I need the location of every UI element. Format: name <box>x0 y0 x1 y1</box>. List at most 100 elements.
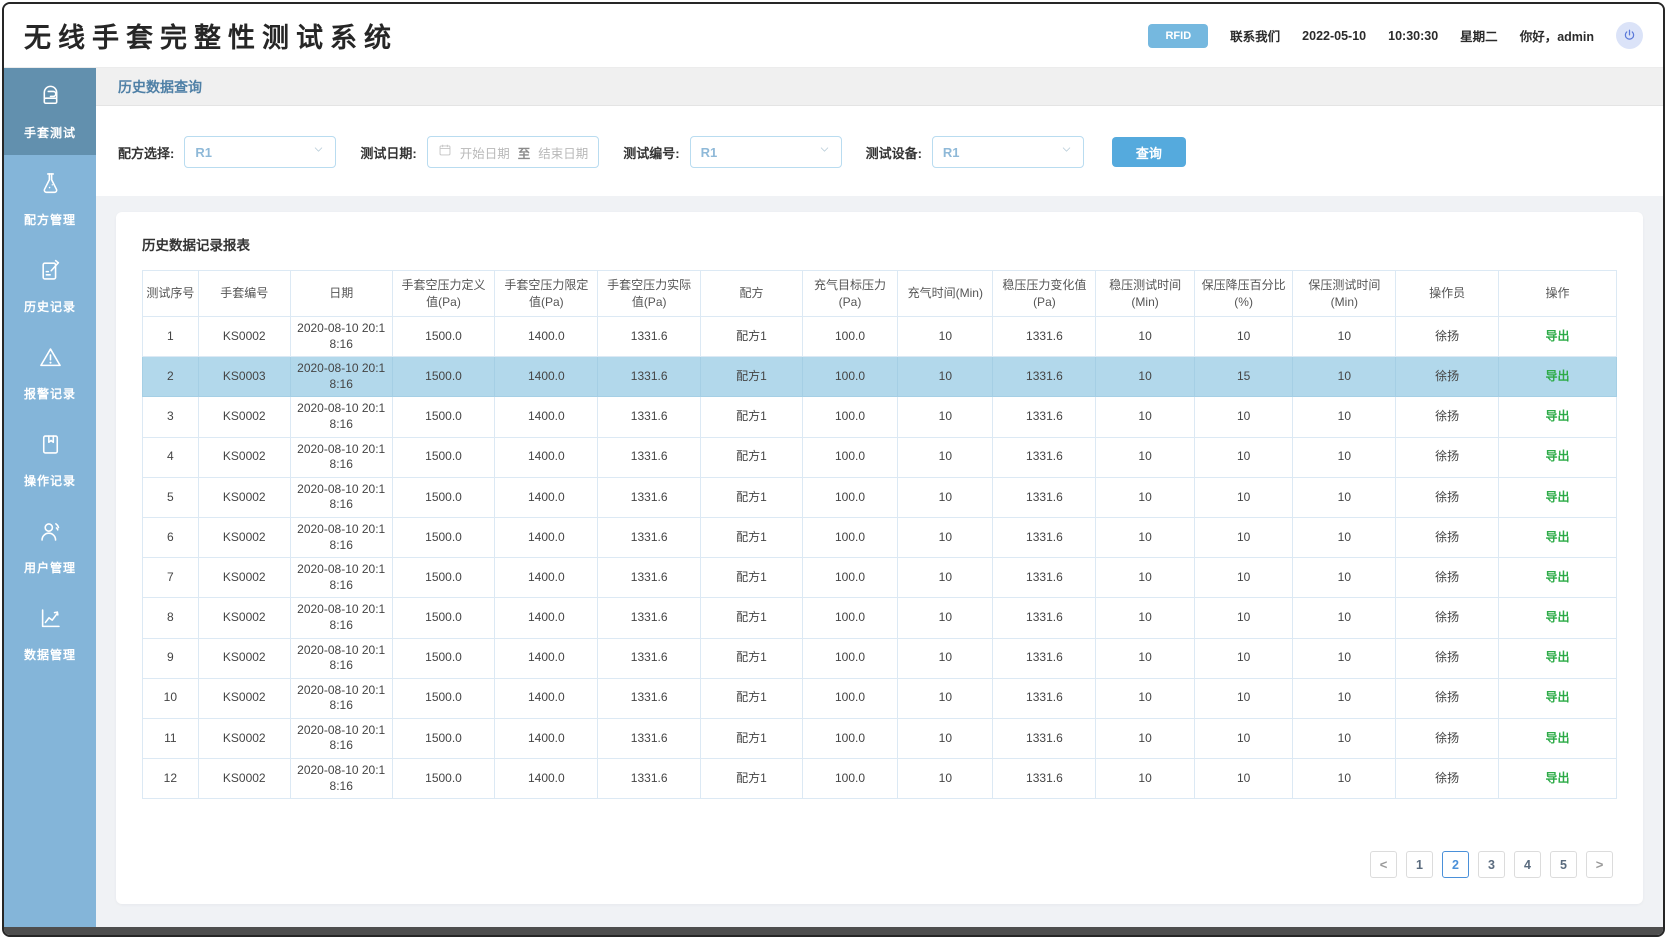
table-row[interactable]: 1KS00022020-08-10 20:18:161500.01400.013… <box>143 317 1617 357</box>
export-link[interactable]: 导出 <box>1546 771 1570 785</box>
date-range-picker[interactable]: 开始日期 至 结束日期 <box>427 136 600 168</box>
table-row[interactable]: 12KS00022020-08-10 20:18:161500.01400.01… <box>143 759 1617 799</box>
sidebar-item-history-records[interactable]: 历史记录 <box>4 242 96 329</box>
sidebar-item-data-management[interactable]: 数据管理 <box>4 590 96 677</box>
table-row[interactable]: 9KS00022020-08-10 20:18:161500.01400.013… <box>143 638 1617 678</box>
table-row[interactable]: 4KS00022020-08-10 20:18:161500.01400.013… <box>143 437 1617 477</box>
table-row[interactable]: 6KS00022020-08-10 20:18:161500.01400.013… <box>143 517 1617 557</box>
table-cell: 徐扬 <box>1396 718 1499 758</box>
table-cell: 1500.0 <box>392 558 495 598</box>
chevron-down-icon <box>312 143 325 161</box>
table-cell: 2020-08-10 20:18:16 <box>290 477 392 517</box>
table-cell: 2020-08-10 20:18:16 <box>290 397 392 437</box>
table-cell: KS0002 <box>198 638 290 678</box>
export-link[interactable]: 导出 <box>1546 731 1570 745</box>
column-header: 充气时间(Min) <box>898 271 993 317</box>
table-cell: 1331.6 <box>598 678 701 718</box>
table-cell: 1331.6 <box>598 638 701 678</box>
table-cell: 2020-08-10 20:18:16 <box>290 517 392 557</box>
table-cell: 导出 <box>1499 558 1617 598</box>
table-cell: 1500.0 <box>392 638 495 678</box>
table-cell: 2020-08-10 20:18:16 <box>290 558 392 598</box>
export-link[interactable]: 导出 <box>1546 490 1570 504</box>
table-row[interactable]: 8KS00022020-08-10 20:18:161500.01400.013… <box>143 598 1617 638</box>
topbar: 无线手套完整性测试系统 RFID 联系我们 2022-05-10 10:30:3… <box>4 4 1663 68</box>
sidebar-item-recipe-management[interactable]: 配方管理 <box>4 155 96 242</box>
export-link[interactable]: 导出 <box>1546 610 1570 624</box>
contact-link[interactable]: 联系我们 <box>1230 26 1280 45</box>
app-window: 无线手套完整性测试系统 RFID 联系我们 2022-05-10 10:30:3… <box>2 2 1665 937</box>
table-cell: 10 <box>1293 638 1396 678</box>
sidebar-item-alarm-records[interactable]: 报警记录 <box>4 329 96 416</box>
recipe-select[interactable]: R1 <box>184 136 336 168</box>
next-page-button[interactable]: > <box>1586 851 1613 878</box>
table-cell: 1331.6 <box>598 357 701 397</box>
table-body: 1KS00022020-08-10 20:18:161500.01400.013… <box>143 317 1617 799</box>
table-row[interactable]: 3KS00022020-08-10 20:18:161500.01400.013… <box>143 397 1617 437</box>
table-cell: 1331.6 <box>993 638 1096 678</box>
table-row[interactable]: 7KS00022020-08-10 20:18:161500.01400.013… <box>143 558 1617 598</box>
export-link[interactable]: 导出 <box>1546 530 1570 544</box>
sidebar-item-user-management[interactable]: 用户管理 <box>4 503 96 590</box>
export-link[interactable]: 导出 <box>1546 329 1570 343</box>
table-cell: 10 <box>1096 678 1195 718</box>
table-cell: 2020-08-10 20:18:16 <box>290 357 392 397</box>
table-cell: 2020-08-10 20:18:16 <box>290 598 392 638</box>
sidebar-item-label: 操作记录 <box>24 472 76 489</box>
table-cell: KS0002 <box>198 517 290 557</box>
table-cell: 10 <box>898 477 993 517</box>
table-row[interactable]: 11KS00022020-08-10 20:18:161500.01400.01… <box>143 718 1617 758</box>
sidebar-item-glove-test[interactable]: 手套测试 <box>4 68 96 155</box>
rfid-button[interactable]: RFID <box>1148 24 1208 48</box>
table-cell: 1331.6 <box>598 477 701 517</box>
table-cell: 10 <box>1096 397 1195 437</box>
table-cell: 1331.6 <box>993 357 1096 397</box>
device-select[interactable]: R1 <box>932 136 1084 168</box>
table-row[interactable]: 5KS00022020-08-10 20:18:161500.01400.013… <box>143 477 1617 517</box>
page-button-4[interactable]: 4 <box>1514 851 1541 878</box>
report-card: 历史数据记录报表 测试序号手套编号日期手套空压力定义值(Pa)手套空压力限定值(… <box>116 212 1643 904</box>
table-cell: 1331.6 <box>993 477 1096 517</box>
sidebar-item-operation-records[interactable]: 操作记录 <box>4 416 96 503</box>
export-link[interactable]: 导出 <box>1546 369 1570 383</box>
table-cell: 1331.6 <box>598 759 701 799</box>
table-cell: 徐扬 <box>1396 638 1499 678</box>
table-row[interactable]: 10KS00022020-08-10 20:18:161500.01400.01… <box>143 678 1617 718</box>
test-no-select[interactable]: R1 <box>690 136 842 168</box>
table-cell: 配方1 <box>701 558 803 598</box>
table-cell: 配方1 <box>701 477 803 517</box>
table-cell: 10 <box>1293 477 1396 517</box>
table-cell: 8 <box>143 598 199 638</box>
table-cell: 1400.0 <box>495 678 598 718</box>
page-button-1[interactable]: 1 <box>1406 851 1433 878</box>
time-text: 10:30:30 <box>1388 29 1438 43</box>
table-cell: 1331.6 <box>598 598 701 638</box>
query-button[interactable]: 查询 <box>1112 137 1186 167</box>
test-date-label: 测试日期: <box>360 143 416 162</box>
export-link[interactable]: 导出 <box>1546 570 1570 584</box>
page-button-5[interactable]: 5 <box>1550 851 1577 878</box>
table-cell: 9 <box>143 638 199 678</box>
page-button-3[interactable]: 3 <box>1478 851 1505 878</box>
table-cell: 配方1 <box>701 317 803 357</box>
table-cell: 10 <box>1293 317 1396 357</box>
prev-page-button[interactable]: < <box>1370 851 1397 878</box>
test-no-filter: 测试编号: R1 <box>623 136 841 168</box>
table-cell: 4 <box>143 437 199 477</box>
table-cell: 1331.6 <box>598 718 701 758</box>
table-row[interactable]: 2KS00032020-08-10 20:18:161500.01400.013… <box>143 357 1617 397</box>
export-link[interactable]: 导出 <box>1546 690 1570 704</box>
export-link[interactable]: 导出 <box>1546 650 1570 664</box>
table-cell: 徐扬 <box>1396 317 1499 357</box>
table-cell: 1331.6 <box>993 317 1096 357</box>
table-cell: 1331.6 <box>598 437 701 477</box>
table-cell: 10 <box>1194 517 1293 557</box>
main-content: 历史数据查询 配方选择: R1 测试日期: <box>96 68 1663 927</box>
page-button-2[interactable]: 2 <box>1442 851 1469 878</box>
column-header: 保压测试时间(Min) <box>1293 271 1396 317</box>
export-link[interactable]: 导出 <box>1546 409 1570 423</box>
export-link[interactable]: 导出 <box>1546 449 1570 463</box>
power-icon[interactable] <box>1616 22 1643 49</box>
table-cell: 10 <box>898 437 993 477</box>
column-header: 日期 <box>290 271 392 317</box>
